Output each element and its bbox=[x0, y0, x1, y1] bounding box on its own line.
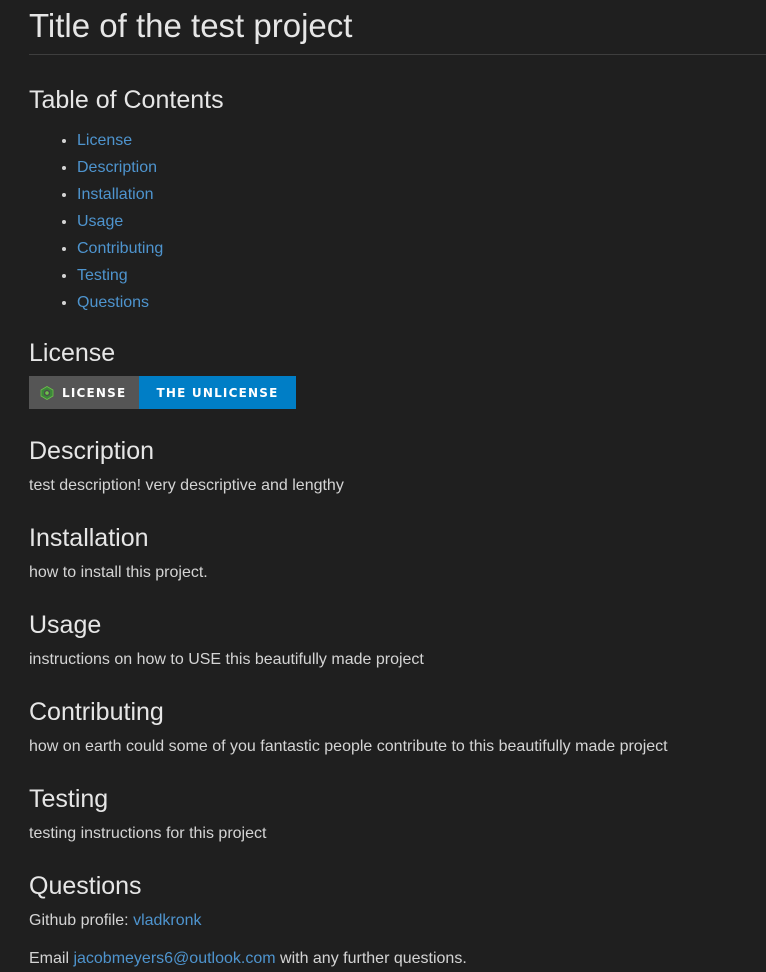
installation-heading: Installation bbox=[29, 524, 149, 552]
toc-list: License Description Installation Usage C… bbox=[29, 127, 766, 316]
github-profile-link[interactable]: vladkronk bbox=[133, 912, 201, 929]
toc-link-contributing[interactable]: Contributing bbox=[77, 240, 163, 257]
badge-left-label: LICENSE bbox=[62, 385, 127, 400]
description-heading: Description bbox=[29, 437, 155, 465]
toc-item: Testing bbox=[77, 262, 766, 289]
toc-item: Description bbox=[77, 154, 766, 181]
description-section: Description test description! very descr… bbox=[29, 436, 766, 497]
usage-text: instructions on how to USE this beautifu… bbox=[29, 651, 424, 668]
contributing-section: Contributing how on earth could some of … bbox=[29, 697, 766, 758]
installation-text: how to install this project. bbox=[29, 564, 208, 581]
email-line: Email jacobmeyers6@outlook.com with any … bbox=[29, 948, 766, 970]
toc-link-usage[interactable]: Usage bbox=[77, 213, 123, 230]
description-text: test description! very descriptive and l… bbox=[29, 477, 344, 494]
toc-link-installation[interactable]: Installation bbox=[77, 186, 154, 203]
license-badge[interactable]: LICENSE THE UNLICENSE bbox=[29, 376, 296, 409]
questions-section: Questions Github profile: vladkronk Emai… bbox=[29, 871, 766, 970]
toc-item: Usage bbox=[77, 208, 766, 235]
contributing-heading: Contributing bbox=[29, 698, 164, 726]
email-prefix: Email bbox=[29, 950, 74, 967]
installation-section: Installation how to install this project… bbox=[29, 523, 766, 584]
toc-item: Installation bbox=[77, 181, 766, 208]
toc-link-testing[interactable]: Testing bbox=[77, 267, 128, 284]
email-link[interactable]: jacobmeyers6@outlook.com bbox=[73, 950, 275, 967]
toc-link-questions[interactable]: Questions bbox=[77, 294, 149, 311]
testing-text: testing instructions for this project bbox=[29, 825, 267, 842]
github-label: Github profile: bbox=[29, 912, 134, 929]
contributing-text: how on earth could some of you fantastic… bbox=[29, 738, 668, 755]
testing-heading: Testing bbox=[29, 785, 109, 813]
toc-item: Contributing bbox=[77, 235, 766, 262]
toc-item: Questions bbox=[77, 289, 766, 316]
license-logo-icon bbox=[40, 385, 54, 400]
license-heading: License bbox=[29, 339, 116, 367]
toc-item: License bbox=[77, 127, 766, 154]
badge-left: LICENSE bbox=[29, 376, 139, 409]
usage-section: Usage instructions on how to USE this be… bbox=[29, 610, 766, 671]
toc-link-description[interactable]: Description bbox=[77, 159, 157, 176]
readme-preview: Title of the test project Table of Conte… bbox=[29, 0, 766, 970]
toc-heading: Table of Contents bbox=[29, 86, 224, 114]
email-suffix: with any further questions. bbox=[275, 950, 467, 967]
badge-right-label: THE UNLICENSE bbox=[139, 376, 296, 409]
page-title: Title of the test project bbox=[29, 0, 766, 55]
github-line: Github profile: vladkronk bbox=[29, 910, 766, 932]
testing-section: Testing testing instructions for this pr… bbox=[29, 784, 766, 845]
toc-link-license[interactable]: License bbox=[77, 132, 132, 149]
usage-heading: Usage bbox=[29, 611, 102, 639]
questions-heading: Questions bbox=[29, 872, 142, 900]
